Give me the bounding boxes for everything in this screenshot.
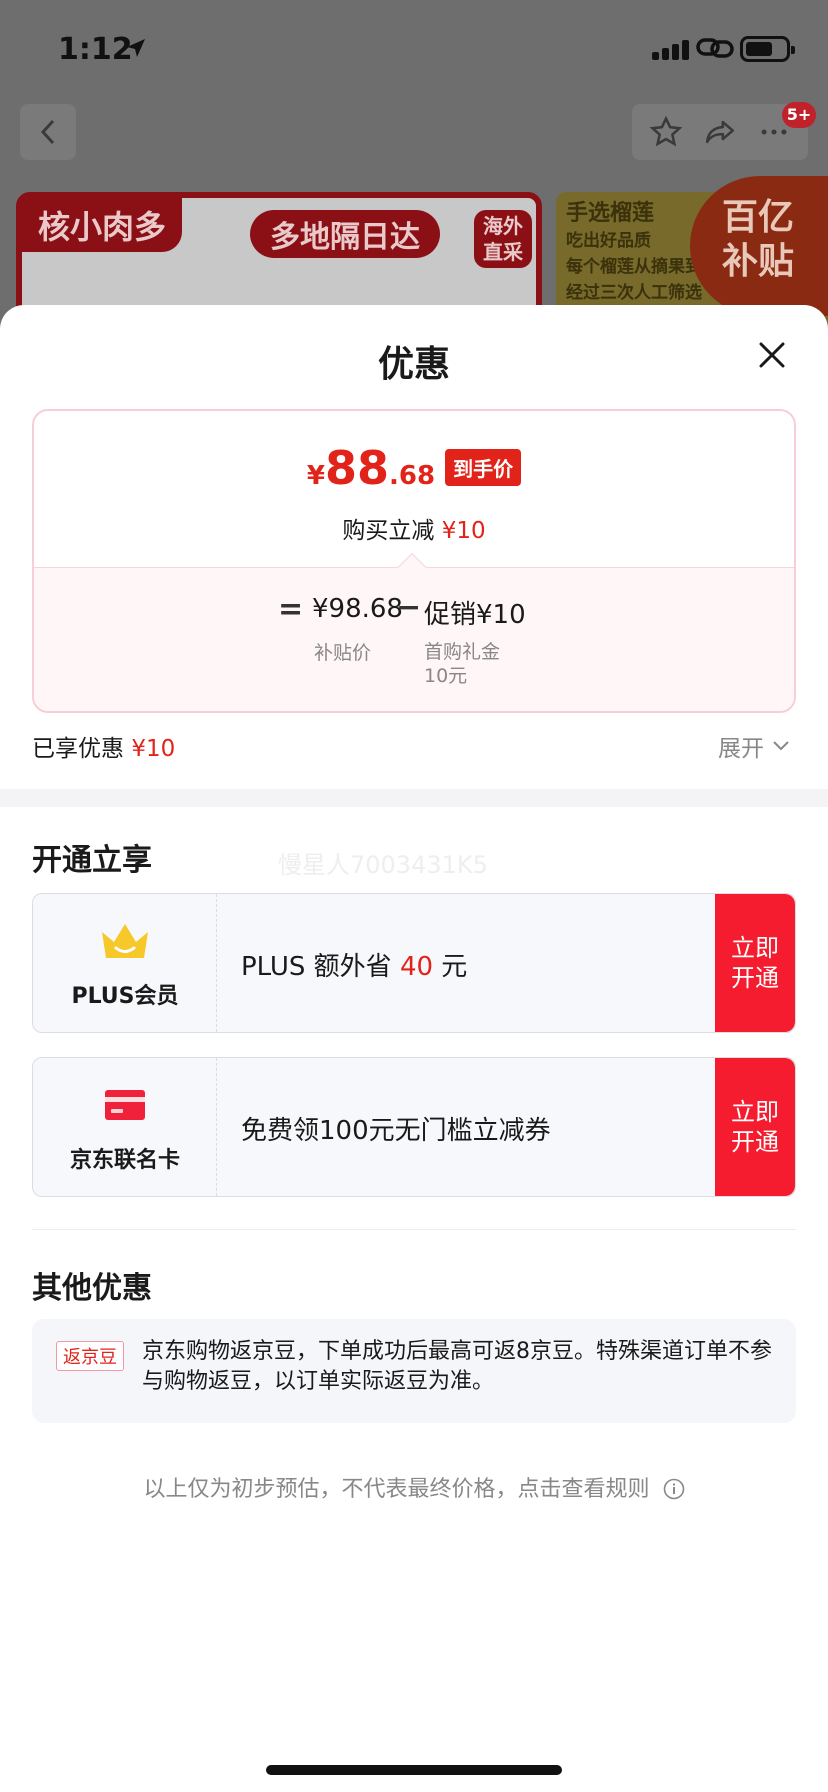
location-arrow-icon (127, 39, 145, 57)
cobrand-card-offer[interactable]: 京东联名卡 免费领100元无门槛立减券 立即 开通 (32, 1057, 796, 1197)
plus-offer-prefix: PLUS 额外省 (241, 952, 400, 982)
enjoyed-label: 已享优惠 (32, 736, 124, 762)
final-price-section: ¥88.68 到手价 购买立减 ¥10 (34, 411, 794, 567)
price-decimal: .68 (389, 461, 436, 491)
banner2-line3: 每个榴莲从摘果到 (566, 257, 702, 277)
formula-minus: − (396, 590, 422, 625)
plus-offer-text: PLUS 额外省 40 元 (241, 946, 467, 983)
banner-tag: 核小肉多 (22, 198, 183, 252)
status-bar: 1:12 (0, 0, 828, 100)
rebate-text: 京东购物返京豆，下单成功后最高可返8京豆。特殊渠道订单不参与购物返豆，以订单实际… (142, 1339, 772, 1394)
info-icon (663, 1478, 684, 1500)
jingdou-rebate-info: 返京豆 京东购物返京豆，下单成功后最高可返8京豆。特殊渠道订单不参与购物返豆，以… (32, 1319, 796, 1423)
banner-badge: 海外 直采 (474, 210, 532, 268)
sheet-title: 优惠 (377, 344, 450, 385)
cobrand-offer-left: 京东联名卡 (33, 1058, 217, 1196)
promo-amount: 促销¥10 (424, 600, 526, 630)
crown-icon (102, 924, 148, 958)
card-icon (105, 1090, 145, 1120)
rebate-badge: 返京豆 (56, 1341, 124, 1371)
instant-discount-value: ¥10 (441, 518, 486, 544)
plus-offer-left: PLUS会员 (33, 894, 217, 1032)
section-divider (0, 789, 828, 807)
plus-open-button[interactable]: 立即 开通 (715, 894, 795, 1032)
plus-offer-amount: 40 (399, 952, 434, 982)
notification-badge: 5+ (782, 102, 816, 128)
cobrand-open-line1: 立即 (731, 1098, 779, 1126)
rules-note-text: 以上仅为初步预估，不代表最终价格，点击查看规则 (143, 1477, 650, 1502)
home-indicator[interactable] (266, 1765, 562, 1775)
banner2-line2: 吃出好品质 (566, 231, 651, 251)
formula-equals: = (278, 592, 304, 627)
price-currency: ¥ (306, 461, 325, 491)
subsidy-price-label: 补贴价 (314, 642, 372, 664)
plus-offer-card[interactable]: PLUS会员 PLUS 额外省 40 元 立即 开通 (32, 893, 796, 1033)
banner-badge-line2: 直采 (483, 240, 523, 264)
cobrand-offer-text: 免费领100元无门槛立减券 (241, 1116, 551, 1146)
final-price: ¥88.68 到手价 (34, 441, 794, 495)
banner-pill: 多地隔日达 (250, 210, 440, 258)
plus-open-line1: 立即 (731, 934, 779, 962)
banner2-line4: 经过三次人工筛选 (566, 283, 702, 303)
plus-member-label: PLUS会员 (71, 984, 179, 1009)
discount-sheet: 优惠 ¥88.68 到手价 购买立减 ¥10 = ¥98.68 补贴价 − 促销¥… (0, 305, 828, 1792)
final-price-tag: 到手价 (445, 449, 522, 486)
enjoyed-discount: 已享优惠 ¥10 (32, 729, 175, 763)
instant-discount: 购买立减 ¥10 (34, 511, 794, 545)
promo-label-line2: 10元 (424, 665, 468, 687)
price-integer: 88 (325, 441, 390, 495)
star-icon[interactable] (649, 115, 683, 149)
instant-discount-label: 购买立减 (342, 518, 435, 544)
price-formula-section: = ¥98.68 补贴价 − 促销¥10 首购礼金 10元 (34, 552, 794, 711)
price-breakdown-card: ¥88.68 到手价 购买立减 ¥10 = ¥98.68 补贴价 − 促销¥10 … (32, 409, 796, 713)
back-button[interactable] (20, 104, 76, 160)
subsidy-line2: 补贴 (722, 241, 795, 282)
promo-label: 首购礼金 10元 (424, 640, 500, 688)
subsidy-price: ¥98.68 (312, 594, 403, 624)
expand-label: 展开 (718, 736, 764, 762)
chevron-down-icon (773, 741, 789, 751)
rules-link[interactable]: 以上仅为初步预估，不代表最终价格，点击查看规则 (0, 1471, 828, 1503)
battery-icon (740, 36, 795, 62)
watermark: 慢星人7003431K5 (278, 851, 488, 879)
share-icon[interactable] (702, 115, 738, 149)
banner2-text: 手选榴莲 吃出好品质 每个榴莲从摘果到 经过三次人工筛选 (566, 200, 702, 306)
expand-toggle[interactable]: 展开 (718, 729, 790, 763)
cobrand-open-line2: 开通 (731, 1128, 779, 1156)
plus-offer-suffix: 元 (433, 952, 468, 982)
link-icon (696, 38, 734, 58)
subsidy-badge-text: 百亿 补贴 (722, 196, 794, 284)
subsidy-line1: 百亿 (722, 197, 795, 238)
other-section-title: 其他优惠 (32, 1271, 152, 1306)
thin-divider (32, 1229, 796, 1230)
promo-label-line1: 首购礼金 (424, 641, 501, 663)
banner2-line1: 手选榴莲 (566, 201, 655, 226)
banner-badge-line1: 海外 (483, 214, 523, 238)
cobrand-open-button[interactable]: 立即 开通 (715, 1058, 795, 1196)
plus-open-line2: 开通 (731, 964, 779, 992)
enjoyed-value: ¥10 (131, 736, 176, 762)
price-formula: = ¥98.68 补贴价 − 促销¥10 首购礼金 10元 (34, 584, 794, 687)
close-icon[interactable] (752, 335, 792, 375)
cobrand-card-label: 京东联名卡 (69, 1148, 180, 1173)
open-section-title: 开通立享 (32, 843, 152, 878)
chevron-left-icon (40, 119, 55, 145)
status-time: 1:12 (58, 32, 133, 67)
